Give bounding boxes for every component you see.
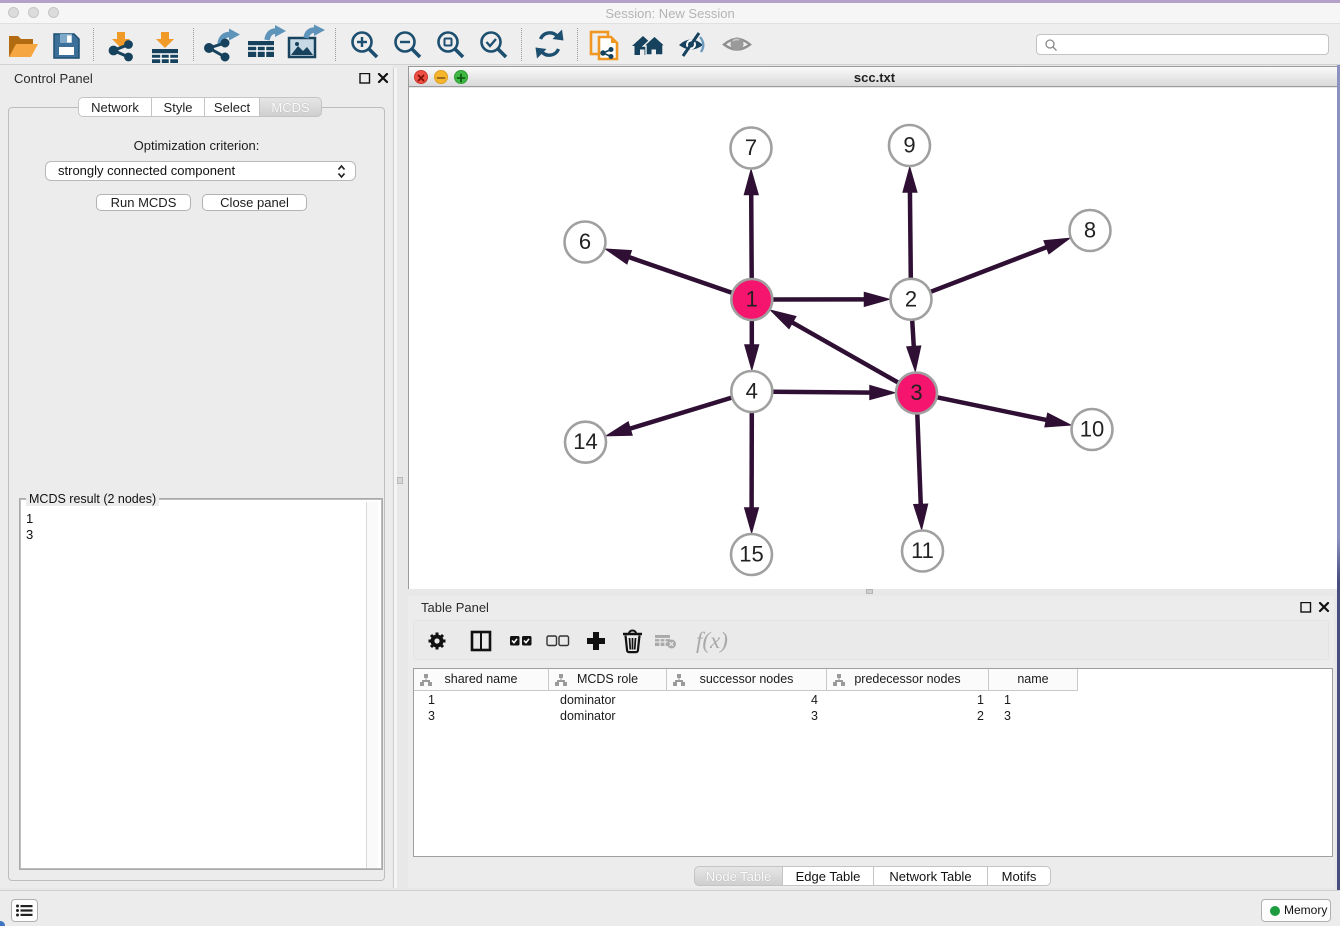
svg-text:7: 7 bbox=[745, 135, 757, 160]
svg-text:10: 10 bbox=[1080, 417, 1104, 442]
svg-text:6: 6 bbox=[579, 229, 591, 254]
svg-text:f(x): f(x) bbox=[696, 628, 728, 653]
svg-text:3: 3 bbox=[910, 380, 922, 405]
svg-text:2: 2 bbox=[905, 286, 917, 311]
svg-text:8: 8 bbox=[1084, 218, 1096, 243]
svg-text:14: 14 bbox=[573, 429, 597, 454]
svg-text:15: 15 bbox=[739, 542, 763, 567]
svg-text:1: 1 bbox=[746, 287, 758, 312]
svg-text:4: 4 bbox=[746, 379, 758, 404]
svg-text:11: 11 bbox=[911, 538, 934, 563]
svg-text:9: 9 bbox=[903, 133, 915, 158]
